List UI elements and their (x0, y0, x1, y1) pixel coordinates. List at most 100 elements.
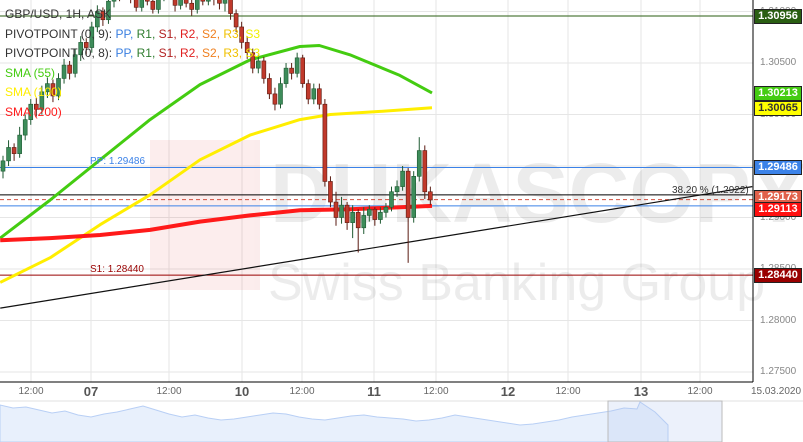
candle (213, 0, 215, 6)
candle (11, 143, 17, 161)
candle-body-up (0, 160, 6, 172)
price-tag: 1.30213 (754, 85, 802, 101)
candle-body-up (294, 57, 300, 74)
navigator (0, 400, 803, 442)
candle (172, 0, 178, 12)
candle-body-up (111, 0, 117, 2)
navigator-area (0, 401, 669, 442)
candle-body-down (217, 0, 222, 4)
candle (239, 21, 244, 49)
price-tag: 1.28440 (754, 268, 802, 284)
candle-body-down (322, 103, 328, 182)
candle-body-up (72, 54, 78, 74)
candle-body-down (289, 67, 294, 74)
candle (422, 145, 428, 199)
candle-body-down (11, 147, 17, 154)
candle (200, 0, 206, 6)
candle-body-up (106, 0, 111, 21)
candle-body-up (389, 191, 394, 208)
candle-body-up (255, 60, 261, 69)
candle-body-down (67, 64, 72, 74)
candle (45, 77, 50, 99)
watermark-tagline: Swiss Banking Group (268, 254, 765, 312)
time-tick-label: 12:00 (423, 386, 449, 397)
candle (163, 0, 165, 2)
candle (139, 0, 145, 12)
candle-body-up (78, 42, 83, 56)
candle-body-up (28, 103, 34, 120)
candle (267, 73, 272, 100)
candle (283, 63, 289, 88)
candle-body-up (206, 0, 211, 2)
candle-body-down (372, 208, 378, 220)
navigator-window[interactable] (607, 400, 723, 442)
candle (278, 77, 283, 109)
time-axis-bg (0, 383, 803, 401)
candle (72, 48, 78, 78)
candle-body-up (411, 176, 417, 218)
candle (178, 0, 183, 10)
candle (189, 0, 194, 16)
candle-body-down (183, 0, 189, 4)
time-tick-label: 12 (500, 384, 516, 399)
candle-body-down (305, 83, 311, 100)
price-tag: 1.30065 (754, 100, 802, 116)
candle-body-down (83, 42, 89, 48)
candle-body-down (344, 204, 350, 223)
candle (119, 0, 121, 2)
candle-body-down (428, 191, 433, 201)
candle-body-down (300, 57, 306, 84)
candle (17, 126, 22, 158)
candle (294, 52, 300, 78)
candle (261, 56, 267, 84)
candle (78, 36, 83, 61)
time-tick-label: 13 (633, 384, 649, 399)
candle-body-down (150, 0, 156, 10)
candle (206, 0, 211, 6)
candle-body-down (239, 26, 244, 43)
candle-body-up (394, 186, 400, 193)
time-tick-label: 07 (83, 384, 99, 399)
candle (95, 5, 100, 33)
candle (244, 36, 250, 59)
candle (322, 99, 328, 187)
candle (89, 21, 95, 53)
candle (233, 9, 239, 33)
candle (50, 79, 56, 103)
candle-body-up (95, 11, 100, 28)
candle (100, 7, 106, 26)
candle-body-up (350, 212, 355, 223)
candle (33, 98, 39, 117)
candle (217, 0, 222, 10)
candle-body-up (361, 215, 367, 229)
candle-body-up (6, 147, 11, 162)
candle (67, 60, 72, 80)
candle-body-down (145, 0, 150, 2)
price-tick-label: 1.30500 (760, 57, 797, 68)
candle-body-up (89, 26, 95, 48)
candle-body-up (139, 0, 145, 8)
time-tick-label: 11 (367, 384, 381, 399)
time-tick-label: 12:00 (687, 386, 713, 397)
candle-body-up (17, 134, 22, 154)
candle-body-up (22, 119, 28, 136)
price-tag: 1.30956 (754, 9, 802, 25)
price-chart[interactable]: DUKASCOPYSwiss Banking Group (0, 0, 803, 442)
candle-body-up (222, 0, 228, 4)
candle-body-up (339, 204, 344, 218)
candle-body-up (156, 0, 161, 10)
candle-body-down (200, 0, 206, 2)
candle-body-down (133, 0, 139, 8)
candle-body-up (194, 0, 200, 10)
candle-body-down (33, 103, 39, 110)
candle-body-down (405, 170, 411, 218)
candle (228, 0, 233, 20)
candle (106, 0, 111, 24)
time-tick-label: 12:00 (555, 386, 581, 397)
candle-body-down (228, 0, 233, 14)
pp-line-label: PP: 1.29486 (90, 156, 146, 167)
dukascopy-watermark: DUKASCOPYSwiss Banking Group (150, 140, 803, 312)
candle (22, 114, 28, 141)
candle (39, 85, 45, 115)
candle-body-up (283, 67, 289, 84)
